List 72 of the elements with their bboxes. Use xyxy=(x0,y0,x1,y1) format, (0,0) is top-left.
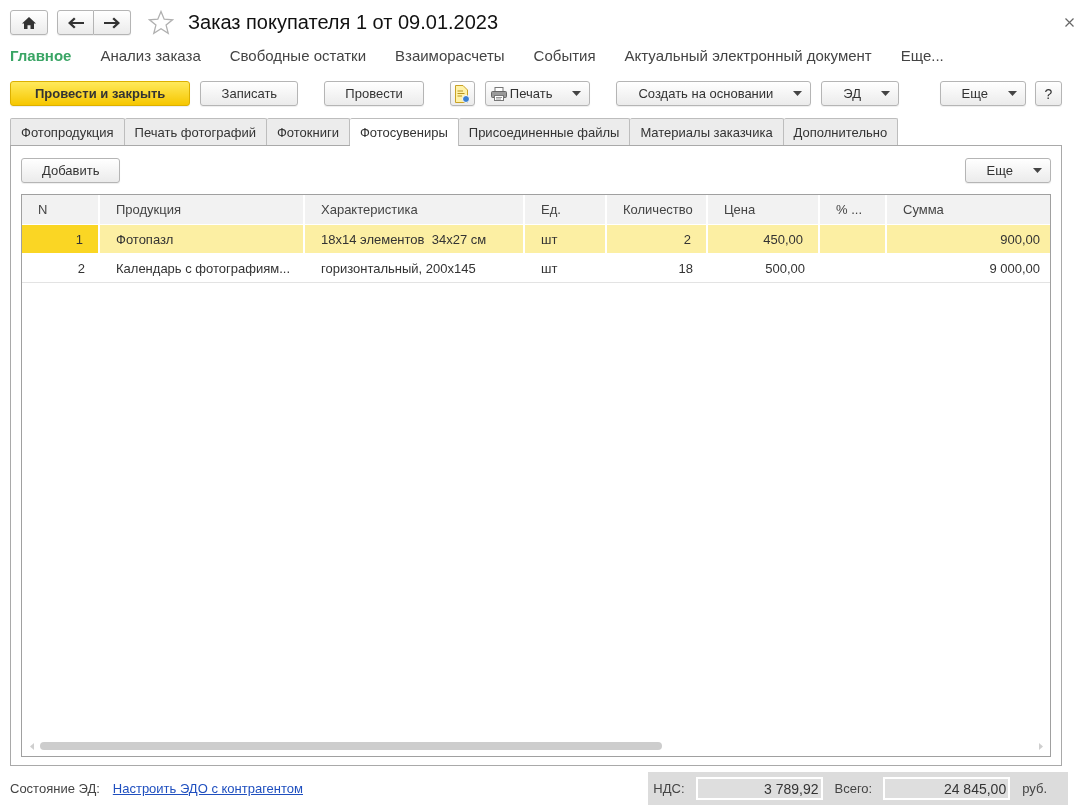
table-cell-text: Календарь с фотографиям... xyxy=(115,259,291,278)
tab[interactable]: Фотосувениры xyxy=(349,118,459,146)
table-row[interactable]: 2 Календарь с фотографиям... горизонтальный, 200x145 шт 18 500,00 9 000,00 xyxy=(22,254,1050,283)
home-icon xyxy=(22,16,36,29)
tab[interactable]: Печать фотографий xyxy=(124,118,267,145)
caret-icon xyxy=(881,91,891,96)
table-cell-text: 9 000,00 xyxy=(988,259,1041,278)
column-header[interactable]: Продукция xyxy=(100,195,305,225)
table-cell-text: 2 xyxy=(76,259,86,278)
arrow-right-icon xyxy=(104,16,120,29)
tab[interactable]: Дополнительно xyxy=(783,118,899,145)
caret-icon xyxy=(1033,168,1042,173)
nav-link[interactable]: Еще... xyxy=(900,46,944,64)
star-icon[interactable] xyxy=(148,10,174,35)
document-icon xyxy=(454,84,471,103)
toolbar-button[interactable]: Записать xyxy=(200,81,299,106)
table-cell-text: 18 xyxy=(677,259,694,278)
forward-button[interactable] xyxy=(94,10,131,35)
back-button[interactable] xyxy=(57,10,94,35)
table-cell-text: 900,00 xyxy=(999,230,1041,249)
table-cell: Фотопазл xyxy=(100,225,305,253)
icon-button[interactable] xyxy=(449,81,475,106)
dropdown-button[interactable]: Создать на основании xyxy=(616,81,812,106)
currency-label: руб. xyxy=(1022,781,1047,796)
total-label: НДС: xyxy=(653,781,685,796)
tab[interactable]: Материалы заказчика xyxy=(630,118,784,145)
setup-link[interactable]: Настроить ЭДО с контрагентом xyxy=(112,781,303,796)
arrow-left-icon xyxy=(67,16,84,29)
table-cell: 450,00 xyxy=(708,225,820,253)
table-cell-text: 500,00 xyxy=(764,259,806,278)
column-header[interactable]: Цена xyxy=(708,195,820,225)
table-row[interactable]: 1 Фотопазл 18x14 элементов 34x27 см шт 2 450,00 900,00 xyxy=(22,225,1050,254)
table-cell: 18x14 элементов 34x27 см xyxy=(305,225,525,253)
column-header[interactable]: Характеристика xyxy=(305,195,525,225)
close-icon[interactable] xyxy=(1065,18,1074,27)
dropdown-button[interactable]: ЭД xyxy=(821,81,900,106)
nav-link[interactable]: Актуальный электронный документ xyxy=(624,46,872,64)
column-header[interactable]: Сумма xyxy=(887,195,1050,225)
window-title: Заказ покупателя 1 от 09.01.2023 xyxy=(188,11,499,34)
column-header[interactable]: Количество xyxy=(607,195,708,225)
caret-icon xyxy=(793,91,803,96)
nav-link[interactable]: События xyxy=(533,46,596,64)
table-cell-text: горизонтальный, 200x145 xyxy=(320,259,477,278)
column-header[interactable]: N xyxy=(22,195,100,225)
scrollbar-thumb[interactable] xyxy=(40,742,662,750)
total-field[interactable]: 24 845,00 xyxy=(883,777,1011,800)
nav-link[interactable]: Анализ заказа xyxy=(100,46,201,64)
nav-link[interactable]: Взаиморасчеты xyxy=(395,46,505,64)
column-header[interactable]: Ед. xyxy=(525,195,607,225)
table-cell: шт xyxy=(525,225,607,253)
caret-icon xyxy=(572,91,582,96)
home-button[interactable] xyxy=(10,10,48,35)
tab[interactable]: Фотокниги xyxy=(266,118,350,145)
caret-icon xyxy=(1008,91,1017,96)
toolbar-button[interactable]: Провести xyxy=(324,81,424,106)
nav-link[interactable]: Свободные остатки xyxy=(229,46,366,64)
dropdown-button[interactable]: Печать xyxy=(484,81,591,106)
table-cell: 2 xyxy=(607,225,708,253)
add-button[interactable]: Добавить xyxy=(21,158,121,183)
dropdown-button[interactable]: Еще xyxy=(939,81,1026,106)
primary-button[interactable]: Провести и закрыть xyxy=(10,81,191,106)
printer-icon xyxy=(490,86,507,101)
help-button[interactable]: ? xyxy=(1035,81,1062,106)
total-field[interactable]: 3 789,92 xyxy=(695,777,823,800)
table-cell: 1 xyxy=(22,225,100,253)
total-label: Всего: xyxy=(834,781,873,796)
column-header[interactable]: % ... xyxy=(820,195,887,225)
status-label: Состояние ЭД: xyxy=(10,781,100,796)
dropdown-button[interactable]: Еще xyxy=(964,158,1051,183)
tab[interactable]: Фотопродукция xyxy=(10,118,125,145)
table-cell-text: шт xyxy=(540,259,559,278)
tab[interactable]: Присоединенные файлы xyxy=(458,118,631,145)
